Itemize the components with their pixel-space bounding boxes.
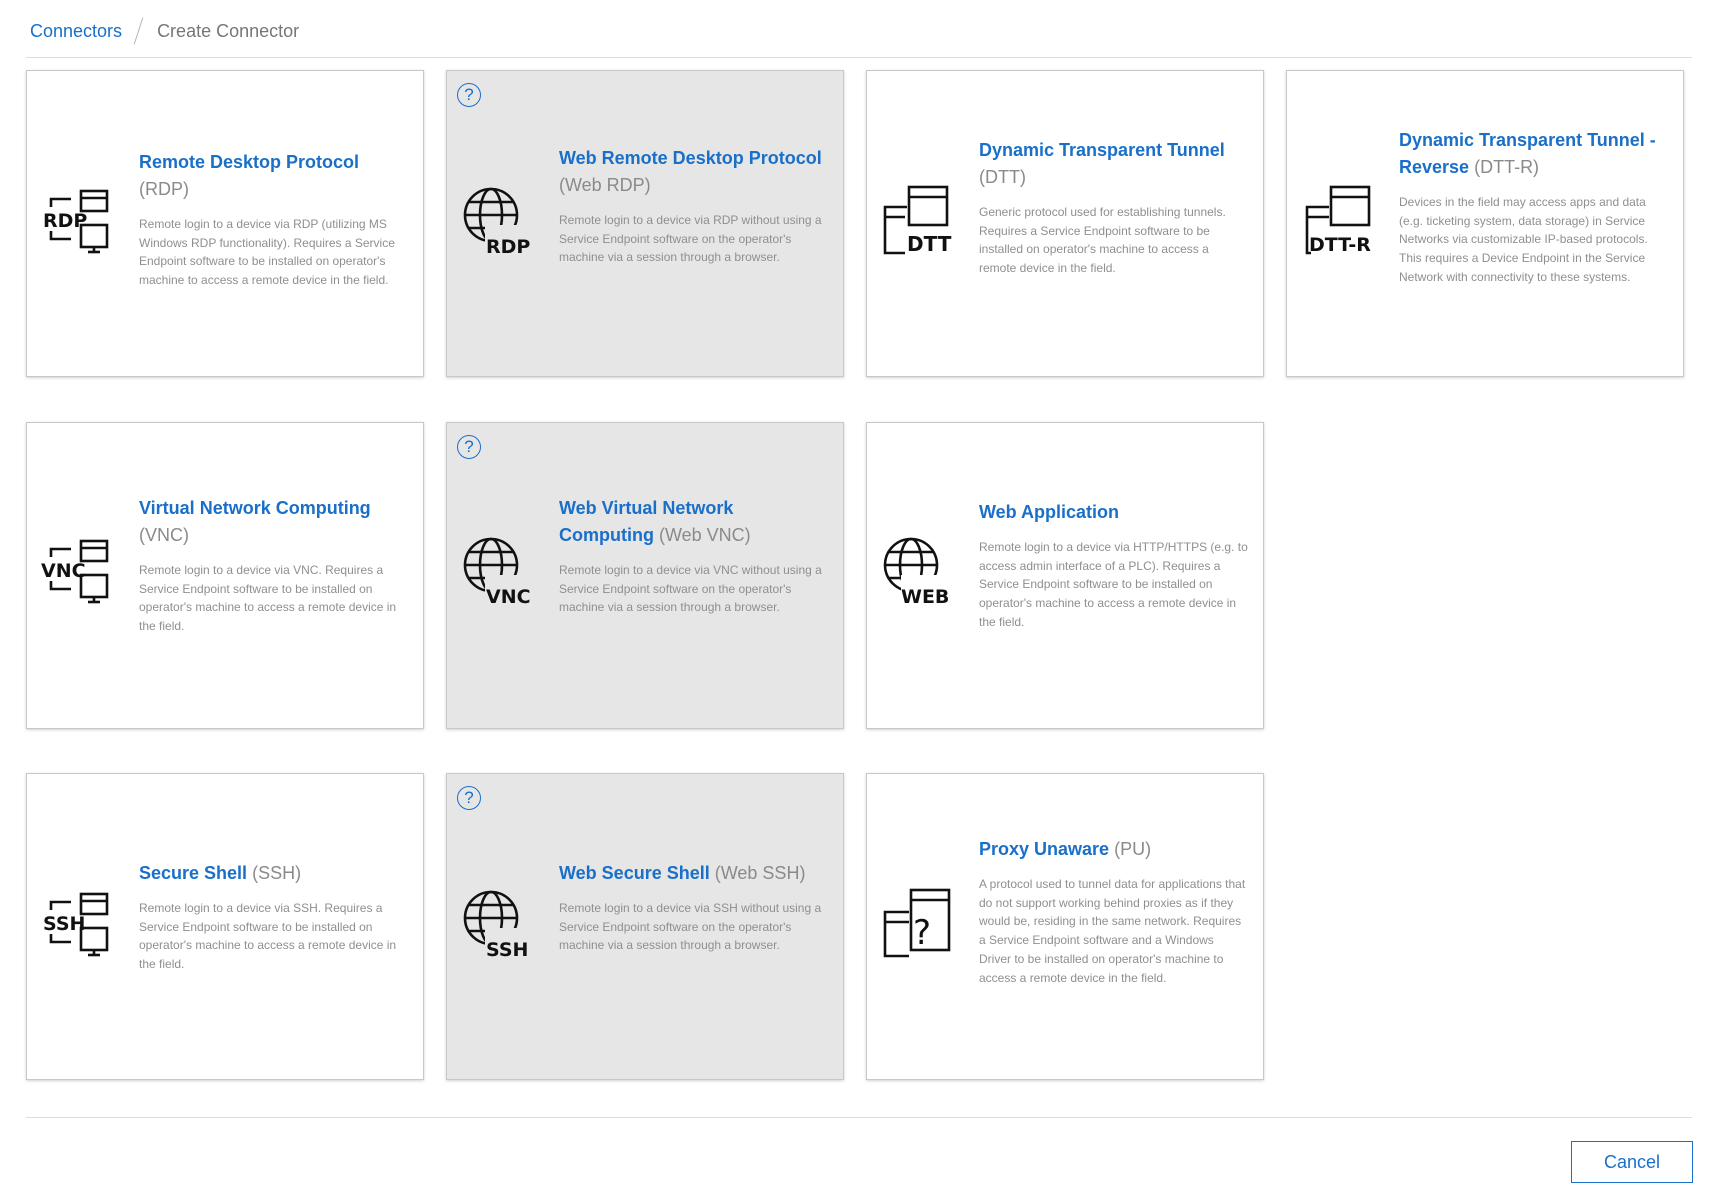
card-description: Generic protocol used for establishing t… xyxy=(979,205,1226,276)
card-ssh[interactable]: SSH Secure Shell (SSH) Remote login to a… xyxy=(26,773,424,1080)
rdp-globe-icon: RDP xyxy=(461,185,535,261)
card-title: Web Secure Shell xyxy=(559,863,710,883)
card-abbr: (DTT-R) xyxy=(1474,157,1540,177)
help-icon[interactable]: ? xyxy=(457,435,481,459)
card-description: Remote login to a device via RDP without… xyxy=(559,213,822,265)
icon-label: DTT xyxy=(907,232,952,256)
card-title: Virtual Network Computing xyxy=(139,498,371,518)
card-proxy-unaware[interactable]: ? Proxy Unaware (PU) A protocol used to … xyxy=(866,773,1264,1080)
card-abbr: (VNC) xyxy=(139,525,189,545)
card-title: Secure Shell xyxy=(139,863,248,883)
card-abbr: (Web VNC) xyxy=(659,525,751,545)
ssh-globe-icon: SSH xyxy=(461,888,535,964)
card-description: Remote login to a device via VNC. Requir… xyxy=(139,563,397,634)
card-abbr: (PU) xyxy=(1114,839,1152,859)
card-description: Devices in the field may access apps and… xyxy=(1399,195,1648,284)
card-vnc[interactable]: VNC Virtual Network Computing (VNC) Remo… xyxy=(26,422,424,729)
icon-label: SSH xyxy=(43,913,85,935)
footer-divider xyxy=(26,1117,1692,1118)
card-abbr: (Web SSH) xyxy=(714,863,806,883)
ssh-monitor-icon: SSH xyxy=(41,888,115,964)
icon-label: VNC xyxy=(486,586,531,608)
card-abbr: (Web RDP) xyxy=(559,175,651,195)
card-dtt-r[interactable]: DTT-R Dynamic Transparent Tunnel - Rever… xyxy=(1286,70,1684,377)
card-web-ssh[interactable]: ? SSH Web Secure Shell (Web SSH) Remote … xyxy=(446,773,844,1080)
card-title: Web Application xyxy=(979,502,1120,522)
breadcrumb-current: Create Connector xyxy=(157,20,300,41)
card-web-application[interactable]: WEB Web Application Remote login to a de… xyxy=(866,422,1264,729)
card-description: Remote login to a device via RDP (utiliz… xyxy=(139,217,395,288)
cancel-button[interactable]: Cancel xyxy=(1571,1141,1693,1183)
icon-label: ? xyxy=(913,913,931,953)
icon-label: DTT-R xyxy=(1309,234,1371,256)
help-icon[interactable]: ? xyxy=(457,786,481,810)
icon-label: VNC xyxy=(41,560,86,582)
card-web-vnc[interactable]: ? VNC Web Virtual Network Computing (Web… xyxy=(446,422,844,729)
card-title: Proxy Unaware xyxy=(979,839,1110,859)
card-description: Remote login to a device via SSH. Requir… xyxy=(139,901,397,972)
card-title: Remote Desktop Protocol xyxy=(139,152,360,172)
icon-label: RDP xyxy=(43,210,87,232)
dtt-r-window-icon: DTT-R xyxy=(1301,185,1375,261)
card-description: Remote login to a device via VNC without… xyxy=(559,563,822,615)
card-description: Remote login to a device via SSH without… xyxy=(559,901,822,953)
web-globe-icon: WEB xyxy=(881,535,955,611)
dtt-window-icon: DTT xyxy=(881,185,955,261)
card-description: Remote login to a device via HTTP/HTTPS … xyxy=(979,540,1248,629)
rdp-monitor-icon: RDP xyxy=(41,185,115,261)
card-abbr: (RDP) xyxy=(139,179,189,199)
card-abbr: (SSH) xyxy=(252,863,302,883)
icon-label: SSH xyxy=(486,939,528,961)
icon-label: WEB xyxy=(901,586,949,608)
card-web-rdp[interactable]: ? RDP Web Remote Desktop Protocol (Web R… xyxy=(446,70,844,377)
card-title: Dynamic Transparent Tunnel xyxy=(979,140,1225,160)
breadcrumb-separator xyxy=(133,17,144,45)
card-description: A protocol used to tunnel data for appli… xyxy=(979,877,1246,985)
vnc-monitor-icon: VNC xyxy=(41,535,115,611)
card-title: Web Remote Desktop Protocol xyxy=(559,148,822,168)
breadcrumb: Connectors Create Connector xyxy=(30,17,300,45)
header-divider xyxy=(26,57,1692,58)
proxy-unaware-icon: ? xyxy=(881,888,955,964)
breadcrumb-connectors-link[interactable]: Connectors xyxy=(30,21,122,42)
card-abbr: (DTT) xyxy=(979,167,1026,187)
card-dtt[interactable]: DTT Dynamic Transparent Tunnel (DTT) Gen… xyxy=(866,70,1264,377)
help-icon[interactable]: ? xyxy=(457,83,481,107)
card-rdp[interactable]: RDP Remote Desktop Protocol (RDP) Remote… xyxy=(26,70,424,377)
vnc-globe-icon: VNC xyxy=(461,535,535,611)
icon-label: RDP xyxy=(486,236,530,258)
